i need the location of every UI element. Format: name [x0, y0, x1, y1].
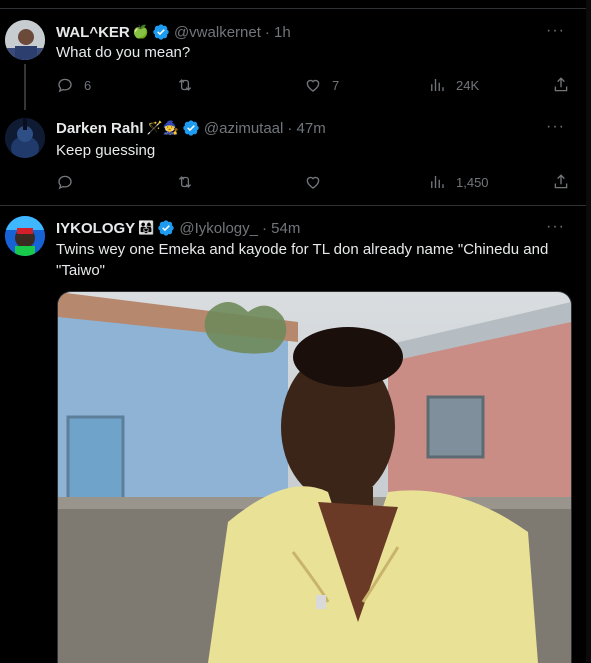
views-icon	[431, 176, 444, 188]
reply-icon	[58, 175, 72, 190]
video-thumbnail	[58, 292, 571, 663]
reply-icon	[58, 78, 72, 93]
display-name[interactable]: Darken Rahl	[56, 120, 144, 137]
share-icon	[554, 77, 568, 92]
timestamp[interactable]: · 54m	[262, 220, 300, 237]
like-button[interactable]	[304, 172, 332, 192]
retweet-button[interactable]	[176, 75, 204, 95]
views-icon	[431, 79, 444, 91]
tweet-text: Twins wey one Emeka and kayode for TL do…	[56, 241, 549, 279]
verified-badge-icon	[158, 220, 175, 236]
retweet-icon	[178, 79, 192, 91]
verified-badge-icon	[183, 120, 199, 136]
display-name[interactable]: IYKOLOGY	[56, 220, 135, 237]
retweet-button[interactable]	[176, 172, 204, 192]
tweet-text: Keep guessing	[56, 142, 156, 159]
display-name[interactable]: WAL^KER	[56, 24, 130, 41]
tweet-darken-rahl[interactable]: Darken Rahl 🪄🧙 @azimutaal · 47m ··· Keep…	[0, 110, 586, 205]
name-emoji: 🍏	[132, 24, 149, 39]
avatar[interactable]	[5, 118, 45, 158]
tweet-actions: 1,450	[56, 172, 568, 192]
timeline-column: WAL^KER 🍏 @vwalkernet · 1h ··· What do y…	[0, 0, 587, 663]
views-button[interactable]: 24K	[428, 75, 479, 95]
views-count: 1,450	[456, 174, 489, 190]
like-count: 7	[332, 77, 340, 93]
share-button[interactable]	[552, 172, 570, 192]
tweet-header: Darken Rahl 🪄🧙 @azimutaal · 47m	[56, 118, 326, 138]
verified-badge-icon	[153, 24, 169, 40]
name-emoji: 👨‍👩‍👧	[138, 220, 155, 235]
more-icon[interactable]: ···	[546, 219, 564, 238]
tweet-header: IYKOLOGY 👨‍👩‍👧 @Iykology_ · 54m	[56, 218, 300, 238]
reply-button[interactable]: 6	[56, 75, 91, 95]
tweet-walker[interactable]: WAL^KER 🍏 @vwalkernet · 1h ··· What do y…	[0, 0, 586, 120]
timestamp[interactable]: · 1h	[265, 24, 291, 41]
share-icon	[554, 174, 568, 189]
timestamp[interactable]: · 47m	[287, 120, 325, 137]
more-icon[interactable]: ···	[546, 119, 564, 138]
like-icon	[306, 79, 320, 92]
views-button[interactable]: 1,450	[428, 172, 489, 192]
tweet-header: WAL^KER 🍏 @vwalkernet · 1h	[56, 22, 291, 42]
avatar[interactable]	[5, 216, 45, 256]
like-icon	[306, 176, 320, 189]
like-button[interactable]: 7	[304, 75, 339, 95]
views-count: 24K	[456, 77, 480, 93]
more-icon[interactable]: ···	[546, 23, 564, 42]
name-emoji: 🪄🧙	[146, 120, 179, 135]
handle[interactable]: @vwalkernet	[174, 24, 261, 41]
thread-line	[24, 64, 26, 110]
share-button[interactable]	[552, 75, 570, 95]
avatar[interactable]	[5, 20, 45, 60]
handle[interactable]: @Iykology_	[179, 220, 258, 237]
retweet-icon	[178, 176, 192, 188]
scrollbar[interactable]	[586, 0, 591, 662]
tweet-actions: 6 7 24K	[56, 75, 568, 95]
reply-count: 6	[84, 77, 92, 93]
tweet-text: What do you mean?	[56, 44, 191, 61]
tweet-video[interactable]	[57, 291, 572, 663]
reply-button[interactable]	[56, 172, 84, 192]
handle[interactable]: @azimutaal	[204, 120, 283, 137]
